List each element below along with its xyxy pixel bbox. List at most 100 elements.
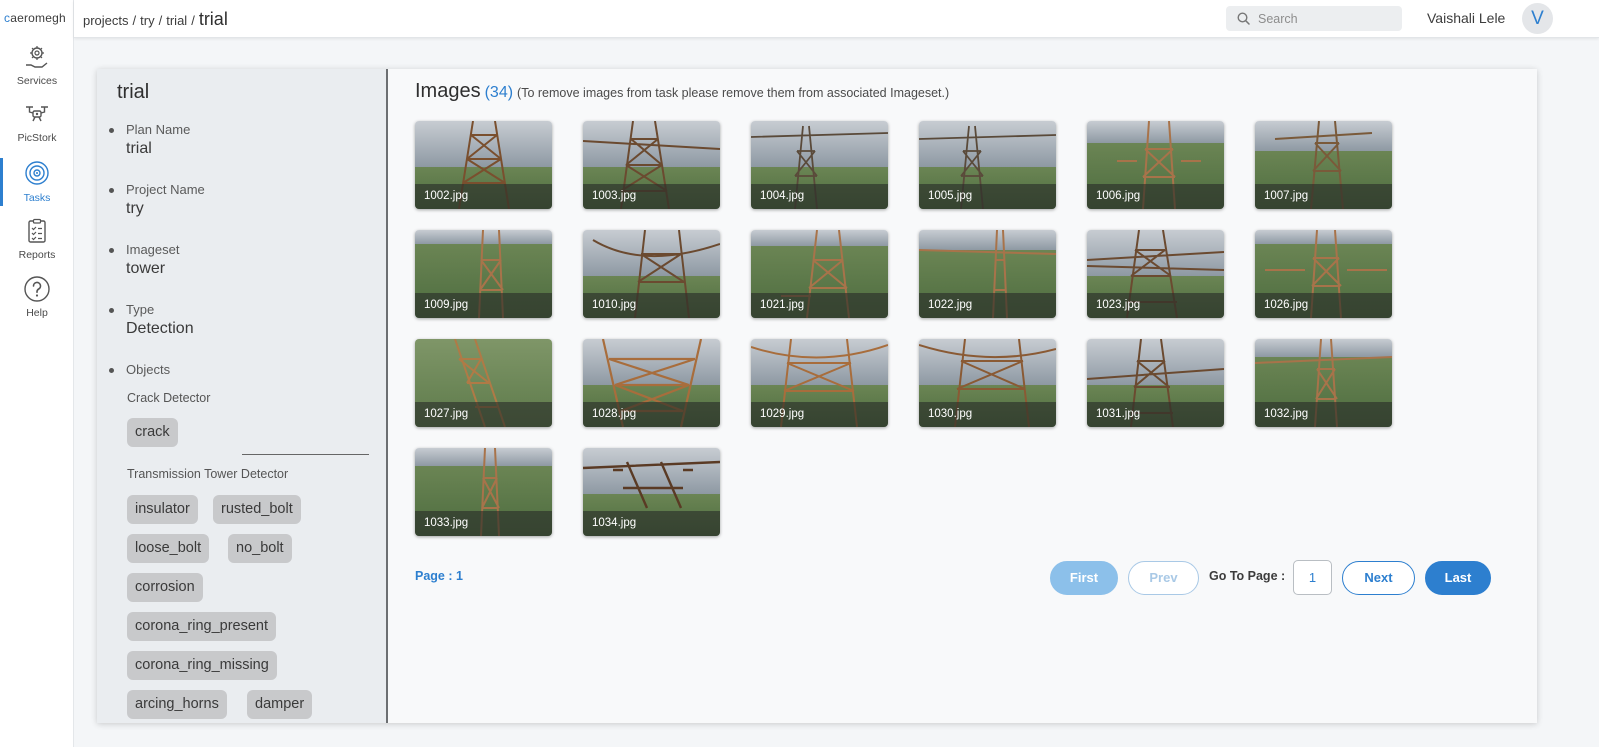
image-thumb[interactable]: 1021.jpg [751, 230, 888, 318]
field-value: tower [126, 260, 166, 277]
image-thumb[interactable]: 1026.jpg [1255, 230, 1392, 318]
image-thumb[interactable]: 1027.jpg [415, 339, 552, 427]
image-thumb[interactable]: 1023.jpg [1087, 230, 1224, 318]
image-thumb[interactable]: 1005.jpg [919, 121, 1056, 209]
prev-page-button[interactable]: Prev [1128, 561, 1199, 595]
nav-item-tasks[interactable]: Tasks [0, 158, 74, 216]
breadcrumb: projects / try / trial / trial [83, 9, 228, 29]
top-bar: projects/try/trial/trial Vaishali Lele V [74, 0, 1599, 38]
field-plan-name: Plan Name trial [109, 122, 191, 158]
field-value: try [126, 200, 144, 217]
image-thumb[interactable]: 1009.jpg [415, 230, 552, 318]
images-count: (34) [484, 84, 514, 101]
field-label: Type [126, 302, 155, 317]
field-label: Imageset [126, 242, 180, 257]
search-icon [1237, 12, 1250, 25]
drone-icon [26, 106, 48, 122]
image-thumb[interactable]: 1002.jpg [415, 121, 552, 209]
user-name[interactable]: Vaishali Lele [1427, 10, 1505, 26]
field-label: Objects [126, 362, 171, 377]
image-filename: 1005.jpg [919, 184, 1056, 209]
task-title: trial [117, 81, 150, 103]
services-gear-hand-icon [26, 46, 48, 68]
tasks-target-icon [25, 161, 49, 185]
image-thumb[interactable]: 1022.jpg [919, 230, 1056, 318]
bullet [109, 308, 114, 313]
object-tag: corona_ring_present [127, 612, 277, 641]
image-filename: 1009.jpg [415, 293, 552, 318]
image-thumb[interactable]: 1006.jpg [1087, 121, 1224, 209]
nav-label-tasks: Tasks [23, 192, 51, 204]
image-thumb[interactable]: 1003.jpg [583, 121, 720, 209]
object-tag: insulator [127, 495, 198, 524]
next-page-button[interactable]: Next [1342, 561, 1415, 595]
image-thumb[interactable]: 1028.jpg [583, 339, 720, 427]
image-filename: 1030.jpg [919, 402, 1056, 427]
image-filename: 1010.jpg [583, 293, 720, 318]
image-filename: 1006.jpg [1087, 184, 1224, 209]
nav-label-help: Help [26, 307, 48, 319]
image-thumb[interactable]: 1029.jpg [751, 339, 888, 427]
image-filename: 1022.jpg [919, 293, 1056, 318]
nav-item-picstork[interactable]: PicStork [0, 100, 74, 156]
first-page-button[interactable]: First [1050, 561, 1118, 595]
detector-name-crack: Crack Detector [127, 391, 211, 405]
breadcrumb-plan[interactable]: trial [166, 13, 187, 28]
field-type: Type Detection [109, 302, 194, 338]
object-tag: corona_ring_missing [127, 651, 277, 680]
object-tag: crack [127, 418, 178, 447]
avatar[interactable]: V [1522, 3, 1553, 34]
breadcrumb-projects[interactable]: projects [83, 13, 129, 28]
brand-logo[interactable]: caeromegh [4, 11, 66, 25]
detector-name-tower: Transmission Tower Detector [127, 467, 289, 481]
image-thumb[interactable]: 1030.jpg [919, 339, 1056, 427]
field-value: trial [126, 140, 152, 157]
image-thumb[interactable]: 1004.jpg [751, 121, 888, 209]
search-box[interactable] [1226, 6, 1402, 31]
field-value: Detection [126, 320, 194, 337]
bullet [109, 188, 114, 193]
detector-divider [242, 454, 369, 455]
image-filename: 1007.jpg [1255, 184, 1392, 209]
image-thumb[interactable]: 1031.jpg [1087, 339, 1224, 427]
image-filename: 1033.jpg [415, 511, 552, 536]
image-thumb[interactable]: 1032.jpg [1255, 339, 1392, 427]
nav-item-services[interactable]: Services [0, 43, 74, 99]
image-thumb[interactable]: 1010.jpg [583, 230, 720, 318]
images-note: (To remove images from task please remov… [517, 86, 950, 100]
image-filename: 1026.jpg [1255, 293, 1392, 318]
task-info-panel: trial Plan Name trial Project Name try I… [97, 69, 388, 723]
bullet [109, 128, 114, 133]
field-label: Project Name [126, 182, 205, 197]
nav-label-services: Services [16, 75, 58, 87]
field-imageset: Imageset tower [109, 242, 180, 278]
image-filename: 1023.jpg [1087, 293, 1224, 318]
image-thumb[interactable]: 1033.jpg [415, 448, 552, 536]
image-filename: 1028.jpg [583, 402, 720, 427]
breadcrumb-current: trial [198, 9, 228, 29]
object-tag: loose_bolt [127, 534, 210, 563]
nav-item-help[interactable]: Help [0, 275, 74, 331]
page-indicator: Page : 1 [415, 569, 463, 583]
last-page-button[interactable]: Last [1425, 561, 1491, 595]
image-filename: 1034.jpg [583, 511, 720, 536]
image-filename: 1002.jpg [415, 184, 552, 209]
image-filename: 1031.jpg [1087, 402, 1224, 427]
nav-item-reports[interactable]: Reports [0, 217, 74, 273]
image-thumb[interactable]: 1034.jpg [583, 448, 720, 536]
image-filename: 1004.jpg [751, 184, 888, 209]
image-filename: 1003.jpg [583, 184, 720, 209]
goto-page-input[interactable] [1293, 560, 1332, 595]
images-header: Images (34) (To remove images from task pl… [415, 80, 949, 103]
field-project-name: Project Name try [109, 182, 205, 218]
search-input[interactable] [1258, 9, 1394, 28]
object-tag: arcing_horns [127, 690, 227, 719]
image-thumb[interactable]: 1007.jpg [1255, 121, 1392, 209]
task-card: trial Plan Name trial Project Name try I… [97, 69, 1537, 723]
field-label: Plan Name [126, 122, 191, 137]
bullet [109, 248, 114, 253]
image-filename: 1021.jpg [751, 293, 888, 318]
goto-page-label: Go To Page : [1209, 569, 1286, 583]
clipboard-icon [28, 218, 46, 243]
breadcrumb-project[interactable]: try [140, 13, 154, 28]
